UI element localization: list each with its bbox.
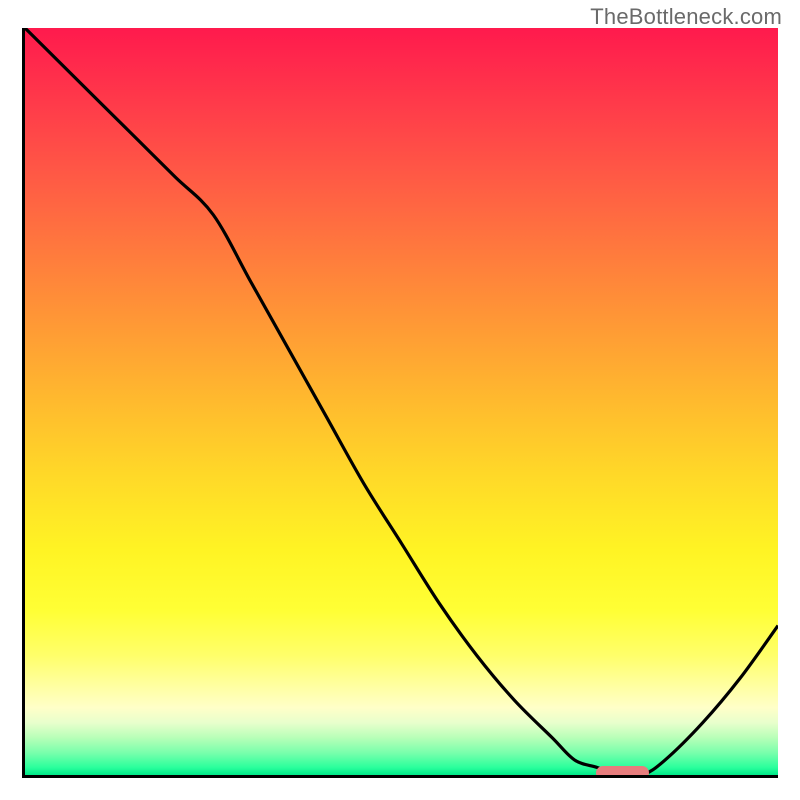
chart-container: TheBottleneck.com: [0, 0, 800, 800]
watermark-label: TheBottleneck.com: [590, 4, 782, 30]
optimal-marker: [596, 766, 649, 778]
bottleneck-curve: [25, 28, 778, 775]
plot-area: [22, 28, 778, 778]
